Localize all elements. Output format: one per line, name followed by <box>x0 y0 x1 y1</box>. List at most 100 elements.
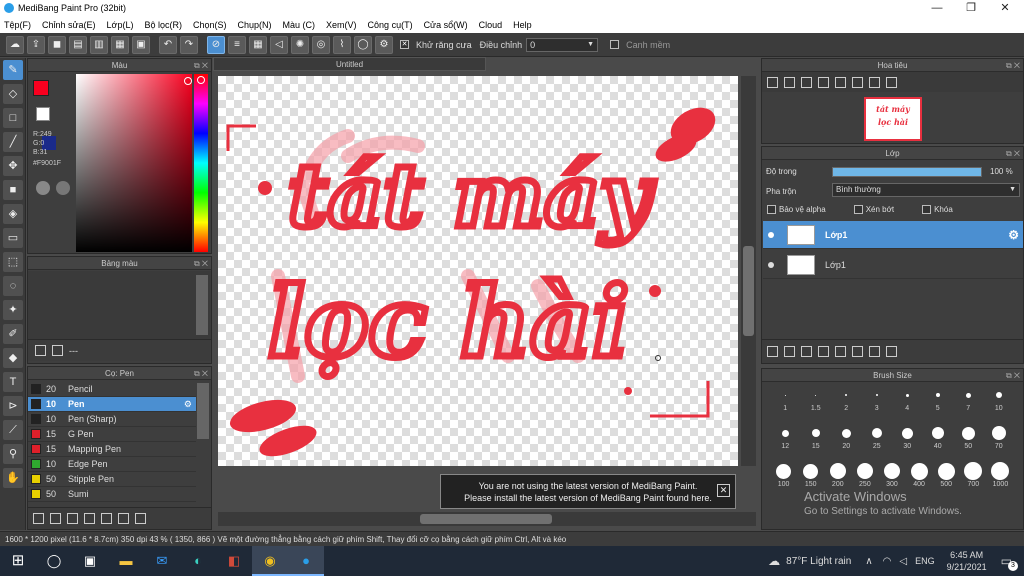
brush-size-option[interactable]: 10 <box>984 385 1015 418</box>
brush-size-option[interactable]: 20 <box>831 423 862 456</box>
brush-size-option[interactable]: 40 <box>923 423 954 456</box>
brush-size-option[interactable]: 1 <box>770 385 801 418</box>
brush-item[interactable]: 10 Pen (Sharp) <box>28 412 196 427</box>
volume-icon[interactable]: ◁ <box>899 556 907 567</box>
menu-edit[interactable]: Chỉnh sửa(E) <box>42 20 96 30</box>
brush-tool-icon[interactable]: ✎ <box>3 60 23 80</box>
lock-checkbox[interactable] <box>922 205 932 214</box>
menu-snap[interactable]: Chụp(N) <box>238 20 272 30</box>
fill-rect-tool-icon[interactable]: ■ <box>3 180 23 200</box>
lasso-tool-icon[interactable]: ◌ <box>3 276 23 296</box>
panel-options-icon[interactable]: ⧉ ✕ <box>194 59 208 72</box>
rotate-left-icon[interactable] <box>852 76 863 88</box>
brush-size-option[interactable]: 50 <box>953 423 984 456</box>
menu-file[interactable]: Tệp(F) <box>4 20 31 30</box>
duplicate-icon[interactable] <box>118 513 129 524</box>
navigator-preview[interactable]: tát máy lọc hài <box>864 97 922 141</box>
brush-size-option[interactable]: 4 <box>892 385 923 418</box>
new-brush-icon[interactable] <box>50 513 61 524</box>
menu-view[interactable]: Xem(V) <box>326 20 357 30</box>
eraser-tool-icon[interactable]: ◇ <box>3 84 23 104</box>
menu-cloud[interactable]: Cloud <box>479 20 503 30</box>
brush-menu-icon[interactable] <box>67 513 78 524</box>
brush-scrollbar[interactable] <box>197 383 209 439</box>
curve-snap-icon[interactable]: ⌇ <box>333 35 351 54</box>
zoom-in-icon[interactable] <box>784 76 795 88</box>
layer-row[interactable]: Lớp1 ⚙ <box>763 221 1023 249</box>
operation-tool-icon[interactable]: ⊳ <box>3 396 23 416</box>
brush-size-option[interactable]: 5 <box>923 385 954 418</box>
blend-select[interactable]: Bình thường ▼ <box>832 183 1020 197</box>
select-pen-icon[interactable]: ✐ <box>3 324 23 344</box>
brush-size-option[interactable]: 7 <box>953 385 984 418</box>
drawing-canvas[interactable]: tát máy lọc hài <box>218 76 738 466</box>
adjust-select[interactable]: 0 ▼ <box>526 37 599 52</box>
rotate-right-icon[interactable] <box>869 76 880 88</box>
eye-icon[interactable] <box>768 232 774 238</box>
text-tool-icon[interactable]: T <box>3 372 23 392</box>
add-brush-icon[interactable] <box>33 513 44 524</box>
panel-options-icon[interactable]: ⧉ ✕ <box>194 367 208 380</box>
protect-alpha-checkbox[interactable] <box>767 205 776 214</box>
brush-size-option[interactable]: 2 <box>831 385 862 418</box>
new-halftone-layer-icon[interactable] <box>784 346 795 357</box>
grid-snap-icon[interactable]: ▦ <box>249 35 267 54</box>
primary-color-swatch[interactable] <box>33 80 49 96</box>
save-icon[interactable]: ▣ <box>132 35 150 54</box>
medibang-icon[interactable]: ● <box>288 546 324 576</box>
language-indicator[interactable]: ENG <box>915 556 935 566</box>
brush-item[interactable]: 20 Pencil <box>28 382 196 397</box>
move-tool-icon[interactable]: ✥ <box>3 156 23 176</box>
grid-icon[interactable]: ▦ <box>111 35 129 54</box>
wifi-icon[interactable]: ◠ <box>883 556 892 567</box>
trash-icon[interactable] <box>886 346 897 357</box>
brush-item[interactable]: 10 Edge Pen <box>28 457 196 472</box>
actual-size-icon[interactable] <box>835 76 846 88</box>
menu-help[interactable]: Help <box>513 20 532 30</box>
brush-item[interactable]: 50 Sumi <box>28 487 196 502</box>
brush-size-option[interactable]: 15 <box>801 423 832 456</box>
gradient-tool-icon[interactable]: ▭ <box>3 228 23 248</box>
maximize-button[interactable]: ❐ <box>954 0 988 16</box>
search-icon[interactable]: ◯ <box>36 546 72 576</box>
menu-filter[interactable]: Bộ lọc(R) <box>144 20 182 30</box>
flip-icon[interactable] <box>886 76 897 88</box>
menu-window[interactable]: Cửa sổ(W) <box>424 20 468 30</box>
circle-snap-icon[interactable]: ◎ <box>312 35 330 54</box>
merge-layer-icon[interactable] <box>869 346 880 357</box>
brush-size-option[interactable]: 70 <box>984 423 1015 456</box>
brush-size-option[interactable]: 700 <box>960 461 987 494</box>
select-tool-icon[interactable]: ⬚ <box>3 252 23 272</box>
new-palette-icon[interactable] <box>35 345 46 356</box>
eye-icon[interactable] <box>768 262 774 268</box>
gear-icon[interactable]: ⚙ <box>184 399 192 410</box>
windows-start-icon[interactable]: ⊞ <box>0 546 36 576</box>
panel-options-icon[interactable]: ⧉ ✕ <box>1006 147 1020 160</box>
panel-options-icon[interactable]: ⧉ ✕ <box>194 257 208 270</box>
radial-snap-icon[interactable]: ✺ <box>291 35 309 54</box>
perspective-snap-icon[interactable]: ◁ <box>270 35 288 54</box>
brush-size-option[interactable]: 100 <box>770 461 797 494</box>
brush-item[interactable]: 10 Pen ⚙ <box>28 397 196 412</box>
saturation-value-picker[interactable] <box>76 74 192 252</box>
file-explorer-icon[interactable]: ▬ <box>108 546 144 576</box>
update-notice[interactable]: You are not using the latest version of … <box>440 474 736 509</box>
magic-wand-icon[interactable]: ✦ <box>3 300 23 320</box>
select-eraser-icon[interactable]: ◆ <box>3 348 23 368</box>
layer-row[interactable]: Lớp1 <box>763 251 1023 279</box>
trash-icon[interactable] <box>135 513 146 524</box>
palette-icon[interactable] <box>36 181 50 195</box>
brush-item[interactable]: 50 Stipple Pen <box>28 472 196 487</box>
document-tab[interactable]: Untitled <box>213 57 486 71</box>
brush-size-option[interactable]: 1.5 <box>801 385 832 418</box>
office-icon[interactable]: ◧ <box>216 546 252 576</box>
horizontal-scrollbar[interactable] <box>218 512 756 526</box>
panel-options-icon[interactable]: ⧉ ✕ <box>1006 369 1020 382</box>
parallel-snap-icon[interactable]: ≡ <box>228 35 246 54</box>
ellipse-snap-icon[interactable]: ◯ <box>354 35 372 54</box>
hue-slider[interactable] <box>194 74 208 252</box>
horizontal-scroll-thumb[interactable] <box>420 514 552 524</box>
brush-size-option[interactable]: 30 <box>892 423 923 456</box>
snap-off-icon[interactable]: ⊘ <box>207 35 225 54</box>
brush-size-option[interactable]: 3 <box>862 385 893 418</box>
